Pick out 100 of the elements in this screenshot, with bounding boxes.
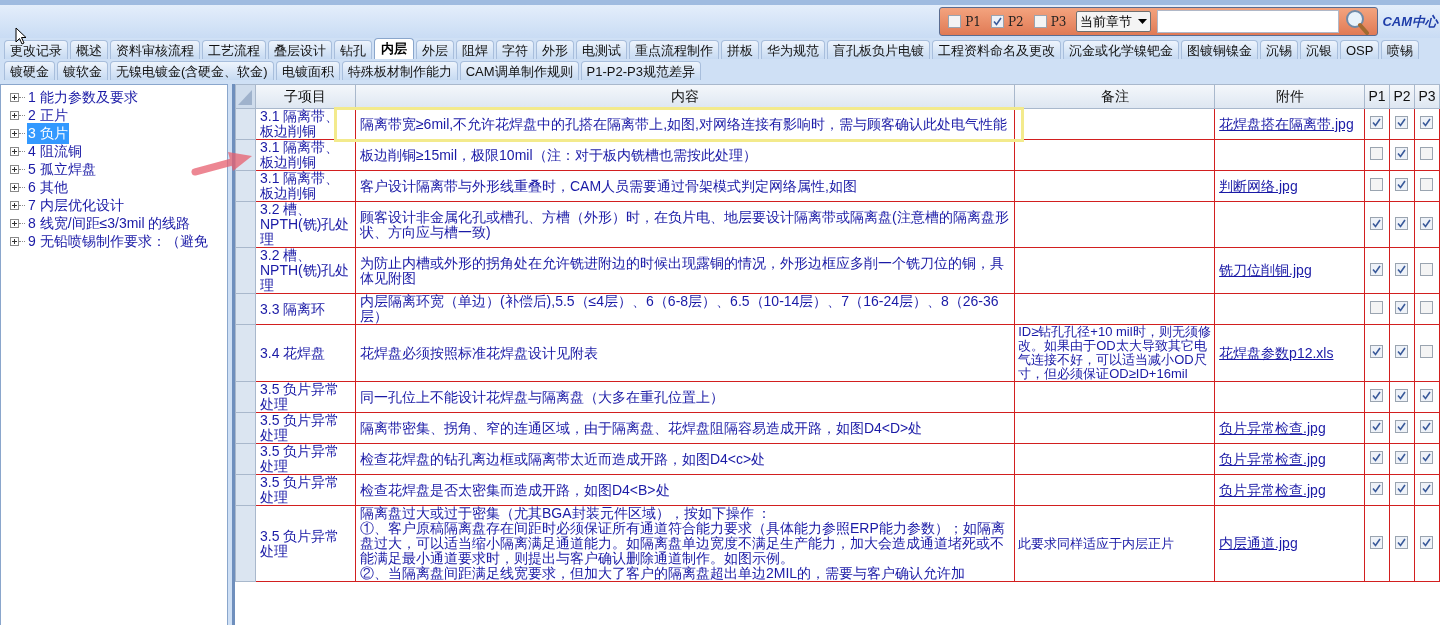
- checkbox[interactable]: [990, 15, 1004, 28]
- table-cell: 3.5 负片异常处理: [255, 412, 356, 444]
- expand-icon[interactable]: [10, 236, 19, 246]
- checkbox[interactable]: [1370, 535, 1384, 549]
- tab[interactable]: 内层: [374, 38, 414, 59]
- tab[interactable]: 拼板: [721, 40, 759, 59]
- attachment-link[interactable]: 内层通道.jpg: [1219, 535, 1298, 551]
- table-cell: 3.2 槽、NPTH(铣)孔处理: [255, 247, 356, 294]
- checkbox[interactable]: [1395, 345, 1409, 358]
- table-cell: 3.5 负片异常处理: [255, 474, 356, 506]
- table-cell: 3.1 隔离带、板边削铜: [255, 108, 356, 140]
- scope-dropdown[interactable]: 当前章节: [1076, 11, 1152, 32]
- checkbox[interactable]: [1370, 420, 1384, 433]
- table-cell: 此要求同样适应于内层正片: [1014, 505, 1215, 582]
- table-cell: 隔离盘过大或过于密集（尤其BGA封装元件区域），按如下操作 ： ①、客户原稿隔离盘存在间距时必须保证所有通道符合能力要求（具体能力参照ERP能力参数）；如隔离盘过大，可以适当缩小隔离满足通道能力。如隔离盘单边宽度不满足生产能力，加大会造成通道堵死或不能满足最小通道要求时，则提出与客户确认删除通道制作。如图示例。 ②、当隔离盘间距满足线宽要求，但加大了客户的隔离盘超出单边2MIL的，需要与客户确认允许加: [355, 505, 1015, 582]
- checkbox[interactable]: [1395, 216, 1409, 230]
- tab[interactable]: 沉银: [1300, 40, 1338, 59]
- tab[interactable]: 图镀铜镍金: [1181, 40, 1258, 59]
- tab[interactable]: 阻焊: [456, 40, 494, 59]
- tab[interactable]: 外形: [536, 40, 574, 59]
- checkbox[interactable]: [1370, 116, 1384, 129]
- expand-icon[interactable]: [10, 200, 19, 210]
- table-cell: 检查花焊盘的钻孔离边框或隔离带太近而造成开路，如图D4<c>处: [355, 443, 1015, 475]
- checkbox[interactable]: [1370, 389, 1384, 402]
- checkbox[interactable]: [1420, 451, 1434, 464]
- table-cell: 同一孔位上不能设计花焊盘与隔离盘（大多在重孔位置上）: [355, 381, 1015, 413]
- checkbox[interactable]: [1395, 116, 1409, 129]
- tab[interactable]: 电测试: [576, 40, 627, 59]
- tab[interactable]: 工艺流程: [202, 40, 266, 59]
- tab[interactable]: 华为规范: [761, 40, 825, 59]
- checkbox[interactable]: [1370, 216, 1384, 230]
- tab[interactable]: CAM调单制作规则: [459, 61, 579, 80]
- checkbox[interactable]: [1395, 420, 1409, 433]
- checkbox[interactable]: [1420, 301, 1434, 314]
- checkbox[interactable]: [1420, 116, 1434, 129]
- tab[interactable]: 盲孔板负片电镀: [827, 40, 930, 59]
- search-icon[interactable]: [1345, 8, 1370, 35]
- checkbox[interactable]: [1370, 301, 1384, 314]
- tab[interactable]: 工程资料命名及更改: [932, 40, 1061, 59]
- tab[interactable]: 字符: [496, 40, 534, 59]
- checkbox[interactable]: [1420, 482, 1434, 495]
- checkbox[interactable]: [1395, 262, 1409, 276]
- table-cell: 3.5 负片异常处理: [255, 381, 356, 413]
- expand-icon[interactable]: [10, 92, 19, 102]
- tab[interactable]: 沉锡: [1260, 40, 1298, 59]
- tab[interactable]: OSP: [1340, 40, 1380, 59]
- expand-icon[interactable]: [10, 146, 19, 156]
- tab[interactable]: P1-P2-P3规范差异: [580, 61, 701, 80]
- tab[interactable]: 喷锡: [1381, 40, 1420, 59]
- tab[interactable]: 无镍电镀金(含硬金、软金): [110, 61, 274, 80]
- tab[interactable]: 叠层设计: [268, 40, 332, 59]
- tab[interactable]: 电镀面积: [275, 61, 340, 80]
- tab[interactable]: 镀软金: [57, 61, 108, 80]
- checkbox[interactable]: [1395, 535, 1409, 549]
- corner-cell[interactable]: [235, 84, 256, 109]
- column-header: P1: [1364, 84, 1390, 109]
- checkbox[interactable]: [1370, 482, 1384, 495]
- checkbox[interactable]: [1420, 147, 1434, 160]
- checkbox[interactable]: [948, 15, 962, 28]
- expand-icon[interactable]: [10, 128, 19, 138]
- tab[interactable]: 沉金或化学镍钯金: [1063, 40, 1179, 59]
- checkbox[interactable]: [1420, 389, 1434, 402]
- tab[interactable]: 钻孔: [334, 40, 372, 59]
- table-cell: 3.1 隔离带、板边削铜: [255, 170, 356, 202]
- checkbox[interactable]: [1395, 301, 1409, 314]
- tab[interactable]: 更改记录: [4, 40, 68, 59]
- column-header: P3: [1414, 84, 1440, 109]
- filter-label: P3: [1050, 13, 1067, 31]
- checkbox[interactable]: [1420, 216, 1434, 230]
- checkbox[interactable]: [1395, 451, 1409, 464]
- expand-icon[interactable]: [10, 164, 19, 174]
- checkbox[interactable]: [1395, 482, 1409, 495]
- tab[interactable]: 镀硬金: [4, 61, 55, 80]
- checkbox[interactable]: [1370, 262, 1384, 276]
- checkbox[interactable]: [1420, 262, 1434, 276]
- checkbox[interactable]: [1420, 535, 1434, 549]
- checkbox[interactable]: [1395, 389, 1409, 402]
- expand-icon[interactable]: [10, 218, 19, 228]
- checkbox[interactable]: [1033, 15, 1047, 28]
- checkbox[interactable]: [1420, 345, 1434, 358]
- table-cell: 3.5 负片异常处理: [255, 505, 356, 582]
- checkbox[interactable]: [1370, 451, 1384, 464]
- checkbox[interactable]: [1370, 178, 1384, 191]
- checkbox[interactable]: [1370, 345, 1384, 358]
- column-header: 附件: [1214, 84, 1365, 109]
- checkbox[interactable]: [1370, 147, 1384, 160]
- tab[interactable]: 外层: [416, 40, 454, 59]
- checkbox[interactable]: [1420, 420, 1434, 433]
- search-field[interactable]: [1157, 10, 1340, 33]
- checkbox[interactable]: [1395, 178, 1409, 191]
- table-cell: 客户设计隔离带与外形线重叠时，CAM人员需要通过骨架模式判定网络属性,如图: [355, 170, 1015, 202]
- table-cell: 3.2 槽、NPTH(铣)孔处理: [255, 201, 356, 248]
- tab[interactable]: 资料审核流程: [110, 40, 200, 59]
- tab[interactable]: 重点流程制作: [629, 40, 719, 59]
- checkbox[interactable]: [1395, 147, 1409, 160]
- expand-icon[interactable]: [10, 182, 19, 192]
- tab[interactable]: 特殊板材制作能力: [341, 61, 458, 80]
- checkbox[interactable]: [1420, 178, 1434, 191]
- expand-icon[interactable]: [10, 110, 19, 120]
- tab[interactable]: 概述: [70, 40, 108, 59]
